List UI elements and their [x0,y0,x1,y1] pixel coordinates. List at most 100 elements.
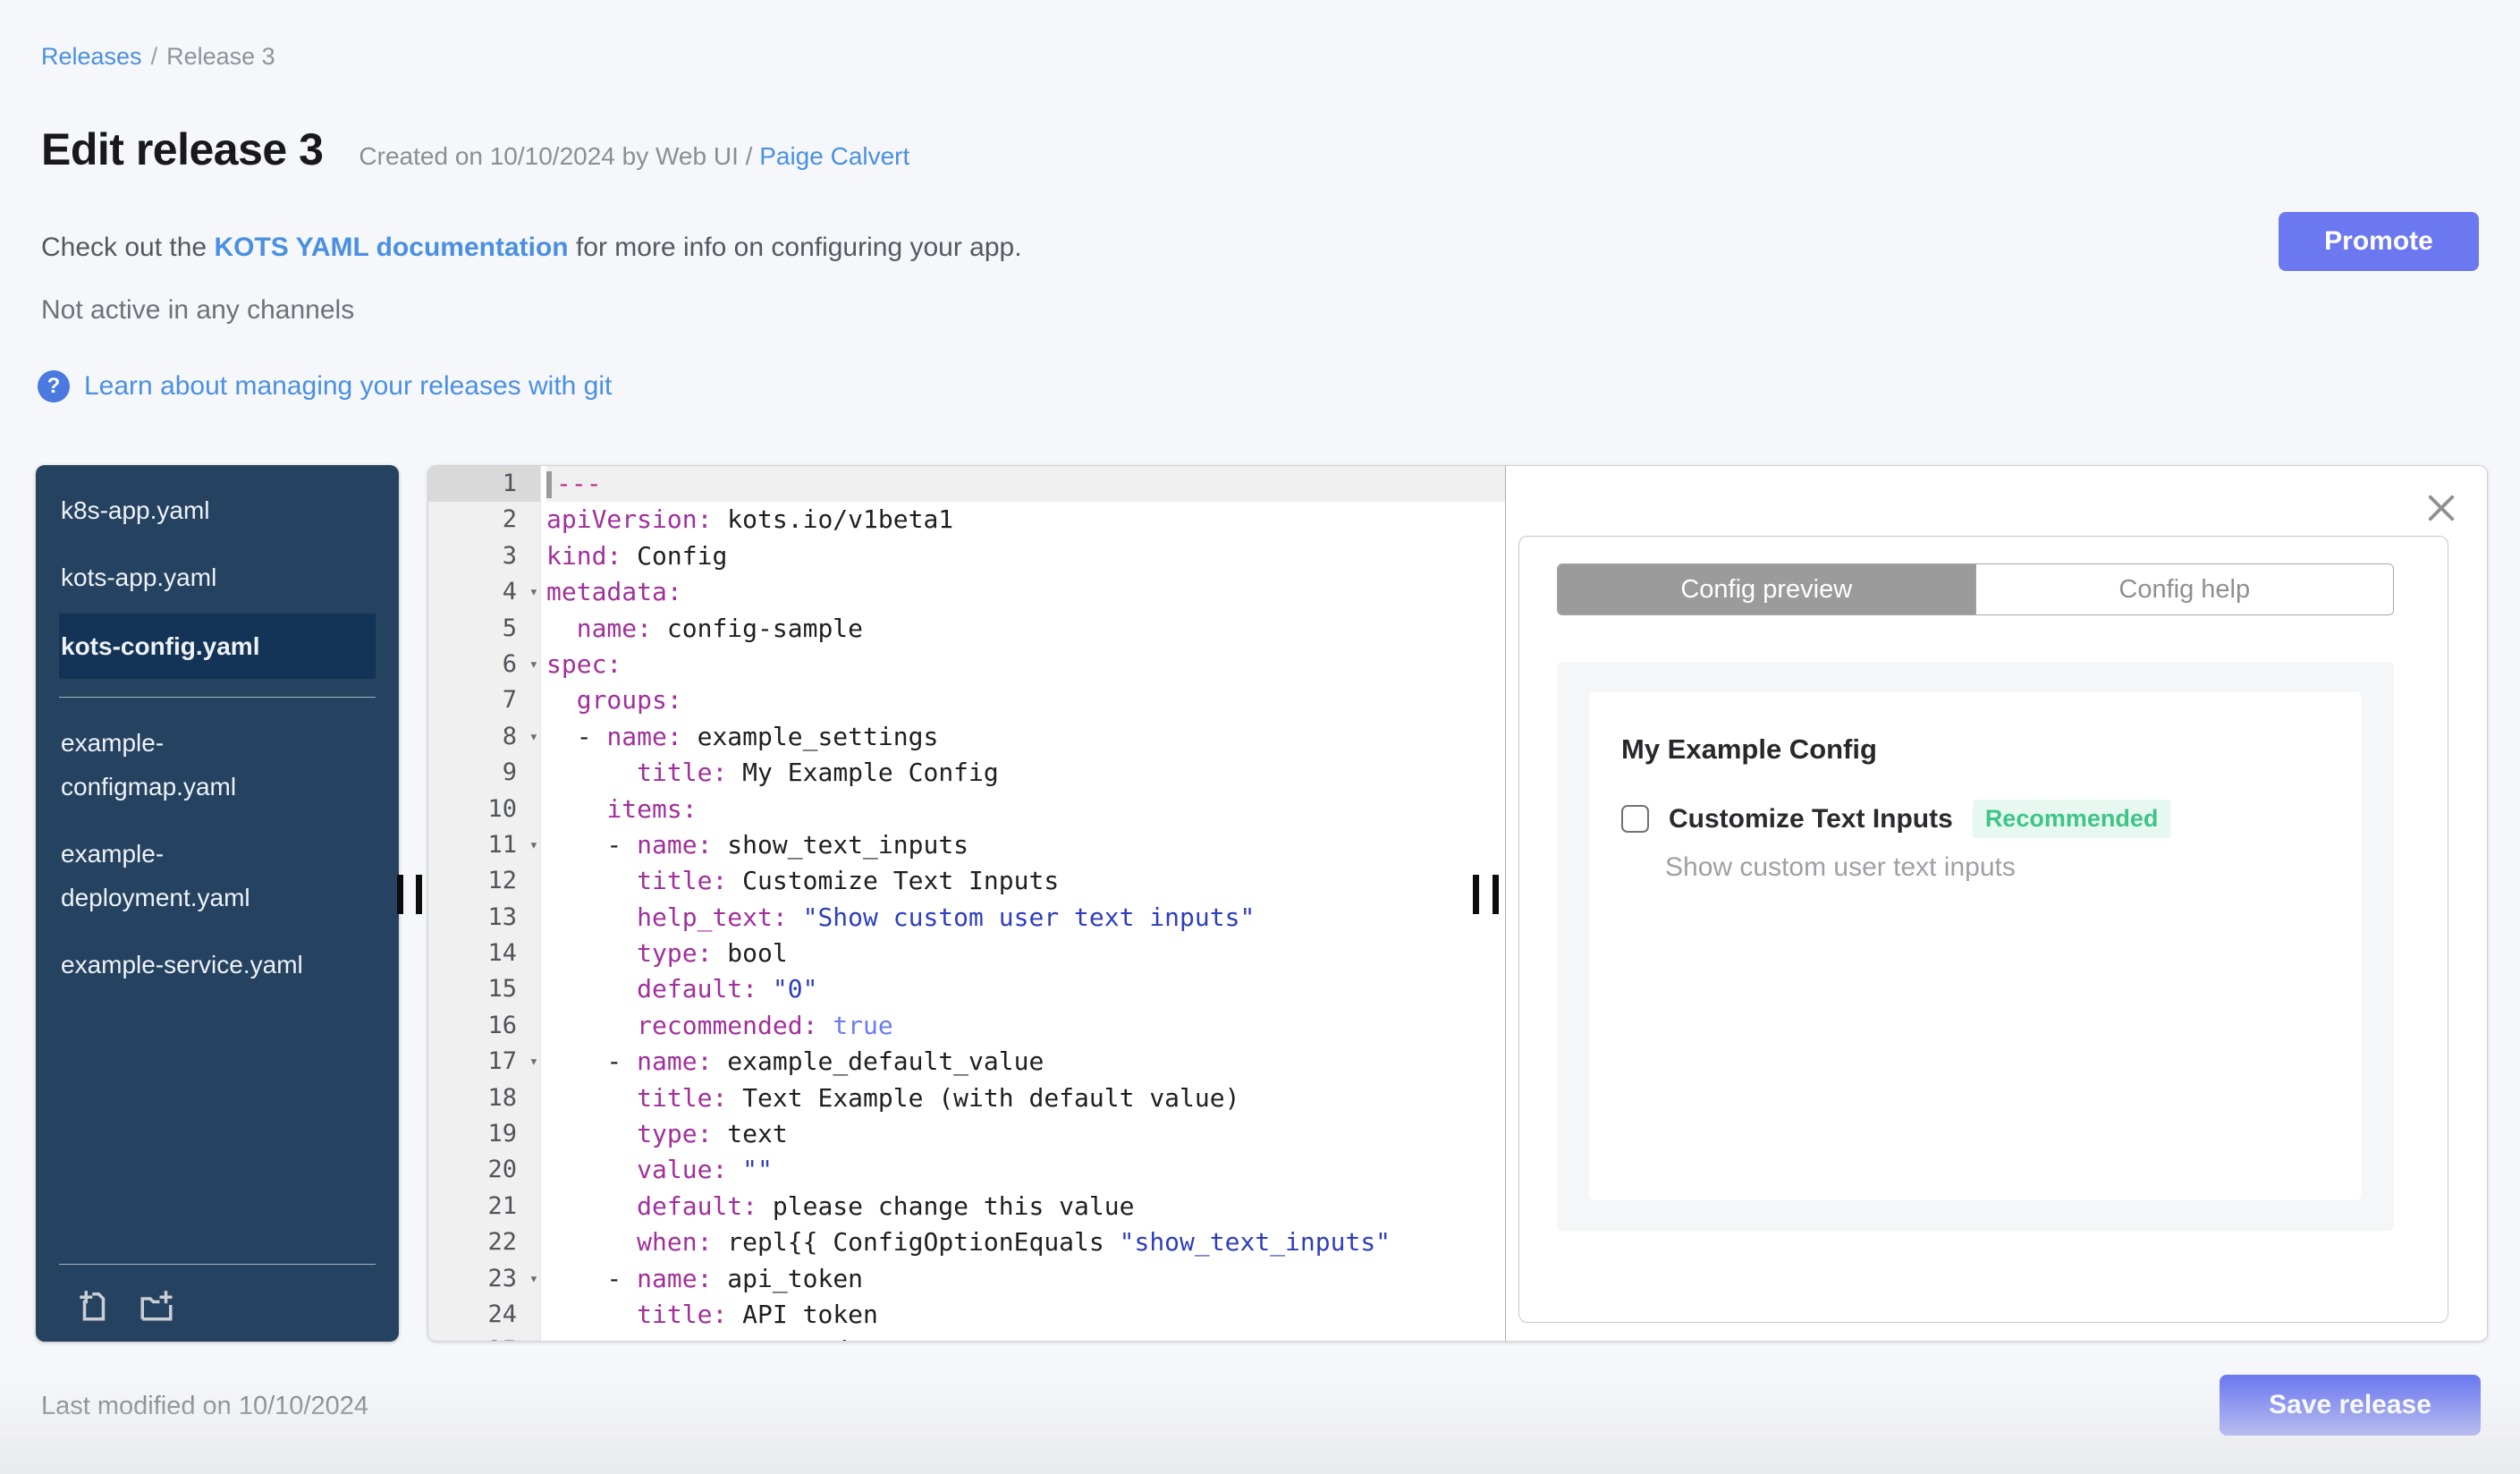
code-line[interactable]: kind: Config [546,538,1505,574]
code-token-key: metadata: [546,577,682,607]
code-token-plain: password [712,1335,848,1341]
gutter-line-number: 20 [487,1156,517,1184]
breadcrumb-separator: / [150,43,158,70]
config-preview-panel: Config preview Config help My Example Con… [1506,466,2487,1341]
code-line[interactable]: name: config-sample [546,611,1505,647]
code-line[interactable]: items: [546,792,1505,827]
fold-arrow-icon[interactable]: ▾ [529,574,538,610]
code-token-key: when: [637,1227,713,1258]
code-line[interactable]: - name: api_token [546,1261,1505,1297]
git-releases-help-link[interactable]: Learn about managing your releases with … [84,371,612,402]
code-line[interactable]: default: please change this value [546,1189,1505,1224]
code-line[interactable]: help_text: "Show custom user text inputs… [546,900,1505,936]
code-token-string: "Show custom user text inputs" [802,902,1256,932]
code-token-key: name: [576,613,653,643]
code-line[interactable]: --- [546,466,1505,503]
gutter-line-number: 11 ▾ [428,827,540,863]
code-line[interactable]: metadata: [546,574,1505,610]
config-group-title: My Example Config [1621,733,1877,765]
code-token-key: type: [637,1335,712,1341]
yaml-editor[interactable]: 1 2 3 4 ▾ 5 6 ▾ 7 8 ▾ 9 10 11 ▾ 12 13 14 15 16 17 ▾ 18 19 20 21 22… [428,466,1506,1341]
customize-text-inputs-checkbox[interactable] [1621,805,1649,833]
git-help-row: ? Learn about managing your releases wit… [38,370,612,402]
gutter-line-number: 25 [428,1333,540,1341]
fold-arrow-icon[interactable]: ▾ [529,719,538,755]
add-folder-icon[interactable] [138,1286,175,1324]
panel-resize-handle-left[interactable] [397,875,403,914]
code-token-plain: Config [622,540,728,571]
page-title: Edit release 3 [41,124,324,174]
tab-config-help[interactable]: Config help [1975,564,2393,614]
code-line[interactable]: value: "" [546,1152,1505,1188]
code-line[interactable]: - name: show_text_inputs [546,827,1505,863]
code-token-plain: config-sample [652,613,864,643]
code-line[interactable]: type: password [546,1333,1505,1341]
sidebar-file-label: example-service.yaml [61,951,303,978]
code-token-plain: text [712,1119,788,1149]
panel-resize-handle-right[interactable] [1493,875,1499,914]
sidebar-file-item[interactable]: k8s-app.yaml [36,488,399,532]
code-line[interactable]: recommended: true [546,1008,1505,1044]
code-token-plain: - [546,829,638,860]
code-line[interactable]: title: API token [546,1297,1505,1333]
fold-arrow-icon[interactable]: ▾ [529,647,538,682]
code-line[interactable]: spec: [546,647,1505,682]
tab-config-preview[interactable]: Config preview [1558,564,1975,614]
close-icon[interactable] [2423,489,2460,527]
code-line[interactable]: groups: [546,682,1505,718]
code-line[interactable]: type: bool [546,936,1505,971]
code-token-key: type: [637,1119,713,1149]
panel-resize-handle-left[interactable] [416,875,422,914]
gutter-line-number: 22 [487,1228,517,1257]
sidebar-file-item[interactable]: example-configmap.yaml [36,721,399,809]
code-line[interactable]: when: repl{{ ConfigOptionEquals "show_te… [546,1224,1505,1260]
code-line[interactable]: default: "0" [546,971,1505,1007]
code-token-key: title: [637,866,728,896]
editor-code-area[interactable]: --- apiVersion: kots.io/v1beta1 kind: Conf… [541,466,1505,1341]
code-token-key: spec: [546,648,622,679]
panel-resize-handle-right[interactable] [1473,875,1479,914]
code-line[interactable]: apiVersion: kots.io/v1beta1 [546,502,1505,538]
sidebar-file-label: k8s-app.yaml [61,496,210,524]
code-token-key: groups: [576,685,682,716]
code-token-key: name: [637,829,713,860]
sidebar-file-item[interactable]: kots-app.yaml [36,555,399,599]
sidebar-file-item[interactable]: kots-config.yaml [59,614,376,679]
code-line[interactable]: type: text [546,1116,1505,1152]
config-item-label: Customize Text Inputs [1669,803,1953,834]
fold-arrow-icon[interactable]: ▾ [529,1261,538,1297]
breadcrumb: Releases / Release 3 [41,43,275,71]
gutter-line-number: 15 [487,975,517,1004]
recommended-badge: Recommended [1972,800,2171,838]
file-list-divider [59,697,376,698]
code-token-string: "show_text_inputs" [1119,1227,1391,1258]
sidebar-file-label: kots-app.yaml [61,563,217,591]
code-token-plain: Customize Text Inputs [727,866,1060,896]
created-author-link[interactable]: Paige Calvert [759,142,909,170]
add-file-icon[interactable] [75,1286,113,1324]
sidebar-file-item[interactable]: example-service.yaml [36,943,399,987]
fold-arrow-icon[interactable]: ▾ [529,827,538,863]
fold-arrow-icon[interactable]: ▾ [529,1044,538,1080]
code-token-plain: - [546,1263,638,1293]
code-line[interactable]: title: Text Example (with default value) [546,1080,1505,1116]
question-mark-icon: ? [38,370,70,402]
sidebar-file-item[interactable]: example-deployment.yaml [36,832,399,919]
code-line[interactable]: - name: example_default_value [546,1044,1505,1080]
kots-yaml-docs-link[interactable]: KOTS YAML documentation [214,233,568,262]
code-line[interactable]: title: My Example Config [546,755,1505,791]
code-token-plain: api_token [712,1263,864,1293]
code-line[interactable]: title: Customize Text Inputs [546,863,1505,899]
promote-button[interactable]: Promote [2279,212,2479,271]
breadcrumb-releases-link[interactable]: Releases [41,43,142,70]
code-token-key: type: [637,938,713,969]
code-line[interactable]: - name: example_settings [546,719,1505,755]
